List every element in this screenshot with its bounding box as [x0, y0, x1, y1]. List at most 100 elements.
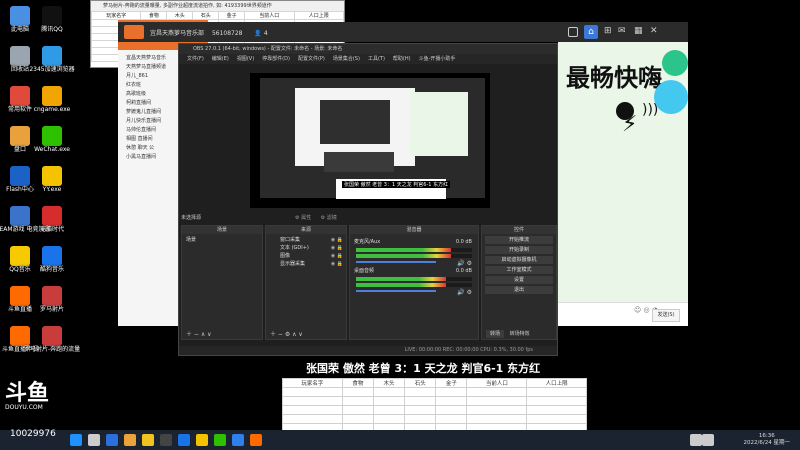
level-meter [356, 248, 472, 252]
obs-menu-item[interactable]: 视图(V) [237, 56, 254, 62]
wechat-icon[interactable] [214, 434, 226, 446]
windows-icon[interactable] [70, 434, 82, 446]
obs-menu-item[interactable]: 文件(F) [187, 56, 204, 62]
user-icon: 👤 [254, 30, 262, 37]
yy-user-count: 4 [263, 30, 268, 37]
volume-icon[interactable]: 🔊 ⚙ [457, 260, 472, 267]
properties-button[interactable]: 属性 [301, 215, 311, 221]
filters-button[interactable]: 滤镜 [327, 215, 337, 221]
desktop-icon-label: 2345加速浏览器 [29, 66, 75, 73]
control-button[interactable]: 启动虚拟摄像机 [485, 256, 553, 264]
desktop-icon-b-7[interactable]: 罗马射片 [36, 286, 68, 314]
clock-time: 16:36 [758, 433, 775, 439]
mixer-channel-name: 麦克风/Aux [354, 239, 381, 245]
home-icon[interactable]: ⌂ [584, 25, 598, 39]
desktop-icon-label: YY.exe [42, 186, 62, 193]
spreadsheet-header-5: 当前人口 [244, 11, 295, 20]
obs-preview[interactable]: 张国荣 傲然 老曾 3：1 天之龙 判官6-1 东方红 [250, 73, 490, 208]
mixer-dock[interactable]: 混音器 麦克风/Aux 0.0 dB 🔊 ⚙ 桌面音频 0.0 dB 🔊 ⚙ [349, 225, 479, 340]
desktop-icon-b-4[interactable]: YY.exe [36, 166, 68, 194]
network-icon[interactable] [690, 434, 702, 446]
tab-transition-effects[interactable]: 转场特效 [510, 331, 530, 337]
controls-dock[interactable]: 控件 开始推流开始录制启动虚拟摄像机 工作室模式设置退出 转场 转场特效 [481, 225, 557, 340]
douyu-site: DOUYU.COM [5, 404, 43, 411]
source-item[interactable]: 窗口采集 ◉ 🔒 [266, 236, 346, 244]
desktop-icon-b-0[interactable]: 腾讯QQ [36, 6, 68, 34]
gift-icon[interactable]: ✉ [618, 26, 626, 36]
recycle-bin-icon [10, 46, 30, 66]
grid-icon[interactable]: ▦ [634, 26, 643, 36]
visibility-icon[interactable]: ◉ 🔒 [331, 236, 343, 244]
visibility-icon[interactable]: ◉ 🔒 [331, 260, 343, 268]
obs-menu-item[interactable]: 帮助(H) [393, 56, 411, 62]
yy-icon[interactable] [196, 434, 208, 446]
kugou-icon [42, 246, 62, 266]
clock[interactable]: 16:36 2022/6/24 星期一 [744, 433, 790, 447]
controls-title: 控件 [482, 226, 556, 234]
video-icon[interactable] [568, 27, 578, 37]
spreadsheet-header-0: 玩家名字 [90, 11, 142, 20]
computer-icon [10, 6, 30, 26]
yy-title: 宜昌天燕萝马音乐部 [150, 30, 205, 37]
volume-slider[interactable] [356, 290, 436, 292]
source-item[interactable]: 文本 (GDI+) ◉ 🔒 [266, 244, 346, 252]
control-button[interactable]: 开始推流 [485, 236, 553, 244]
visibility-icon[interactable]: ◉ 🔒 [331, 244, 343, 252]
obs-menu-item[interactable]: 编辑(E) [212, 56, 229, 62]
clock-date: 2022/6/24 星期一 [743, 440, 790, 446]
send-button[interactable]: 发送(S) [652, 309, 680, 322]
control-button[interactable]: 退出 [485, 286, 553, 294]
obs-menu-item[interactable]: 场景集合(S) [333, 56, 360, 62]
visibility-icon[interactable]: ◉ 🔒 [331, 252, 343, 260]
search-icon[interactable] [88, 434, 100, 446]
obs-menubar: 文件(F) 编辑(E) 视图(V) 停靠部件(D) 配置文件(P) 场景集合(S) 工具(T… [179, 54, 557, 64]
control-button[interactable]: 工作室模式 [485, 266, 553, 274]
volume-icon[interactable] [702, 434, 714, 446]
explorer-icon[interactable] [142, 434, 154, 446]
chat-input-bar[interactable]: ☺ ◎ ◔ 发送(S) [558, 302, 688, 326]
desktop-icon-b-8[interactable]: 罗马射片-奔跑的流量 [24, 326, 80, 354]
obs-menu-item[interactable]: 工具(T) [368, 56, 385, 62]
level-meter [356, 277, 472, 281]
room-number: 10029976 [10, 429, 56, 439]
desktop-icon-label: 罗马射片-奔跑的流量 [24, 346, 81, 353]
scene-item[interactable]: 场景 [182, 236, 262, 244]
scenes-dock[interactable]: 场景 场景 ＋ − ∧ ∨ [181, 225, 263, 340]
sources-dock[interactable]: 来源 窗口采集 ◉ 🔒 文本 (GDI+) ◉ 🔒 图像 ◉ 🔒 显示器采集 ◉ 🔒 ＋ − … [265, 225, 347, 340]
lightning-icon: ⚡ [622, 112, 638, 137]
gear-icon[interactable]: ⚙ [295, 215, 299, 221]
control-button[interactable]: 开始录制 [485, 246, 553, 254]
close-icon[interactable]: ✕ [650, 26, 658, 36]
douyu-icon[interactable] [250, 434, 262, 446]
kugou-icon[interactable] [178, 434, 190, 446]
control-button[interactable]: 设置 [485, 276, 553, 284]
desktop-icon-b-5[interactable]: 电脑时代 [36, 206, 68, 234]
desktop-icon-label: cngame.exe [33, 106, 71, 113]
shield-icon[interactable] [232, 434, 244, 446]
obs-menu-item[interactable]: 配置文件(P) [298, 56, 325, 62]
obs-icon[interactable] [160, 434, 172, 446]
obs-menu-item[interactable]: 斗鱼-开播小助手 [419, 56, 456, 62]
nested-promo [410, 92, 468, 156]
obs-window[interactable]: OBS 27.0.1 (64-bit, windows) - 配置文件: 未命名… [178, 43, 558, 356]
desktop-icon-b-6[interactable]: 酷狗音乐 [36, 246, 68, 274]
desktop-icon-b-2[interactable]: cngame.exe [34, 86, 70, 114]
volume-slider[interactable] [356, 261, 436, 263]
chrome-icon[interactable] [124, 434, 136, 446]
obs-menu-item[interactable]: 停靠部件(D) [262, 56, 290, 62]
qq-icon [42, 6, 62, 26]
desktop-icon-label: 酷狗音乐 [39, 266, 64, 273]
edge-icon[interactable] [106, 434, 118, 446]
volume-icon[interactable]: 🔊 ⚙ [457, 289, 472, 296]
gamepad-icon[interactable]: ⊞ [604, 26, 612, 36]
app-icon [42, 286, 62, 306]
tab-transition[interactable]: 转场 [486, 330, 505, 338]
desktop-icon-b-3[interactable]: WeChat.exe [34, 126, 70, 154]
desktop-icon-b-1[interactable]: 2345加速浏览器 [29, 46, 75, 74]
filter-icon[interactable]: ⚙ [321, 215, 325, 221]
flash-icon [10, 166, 30, 186]
source-item[interactable]: 图像 ◉ 🔒 [266, 252, 346, 260]
source-item[interactable]: 显示器采集 ◉ 🔒 [266, 260, 346, 268]
level-meter [356, 254, 472, 258]
spreadsheet-header-3: 石头 [192, 11, 220, 20]
